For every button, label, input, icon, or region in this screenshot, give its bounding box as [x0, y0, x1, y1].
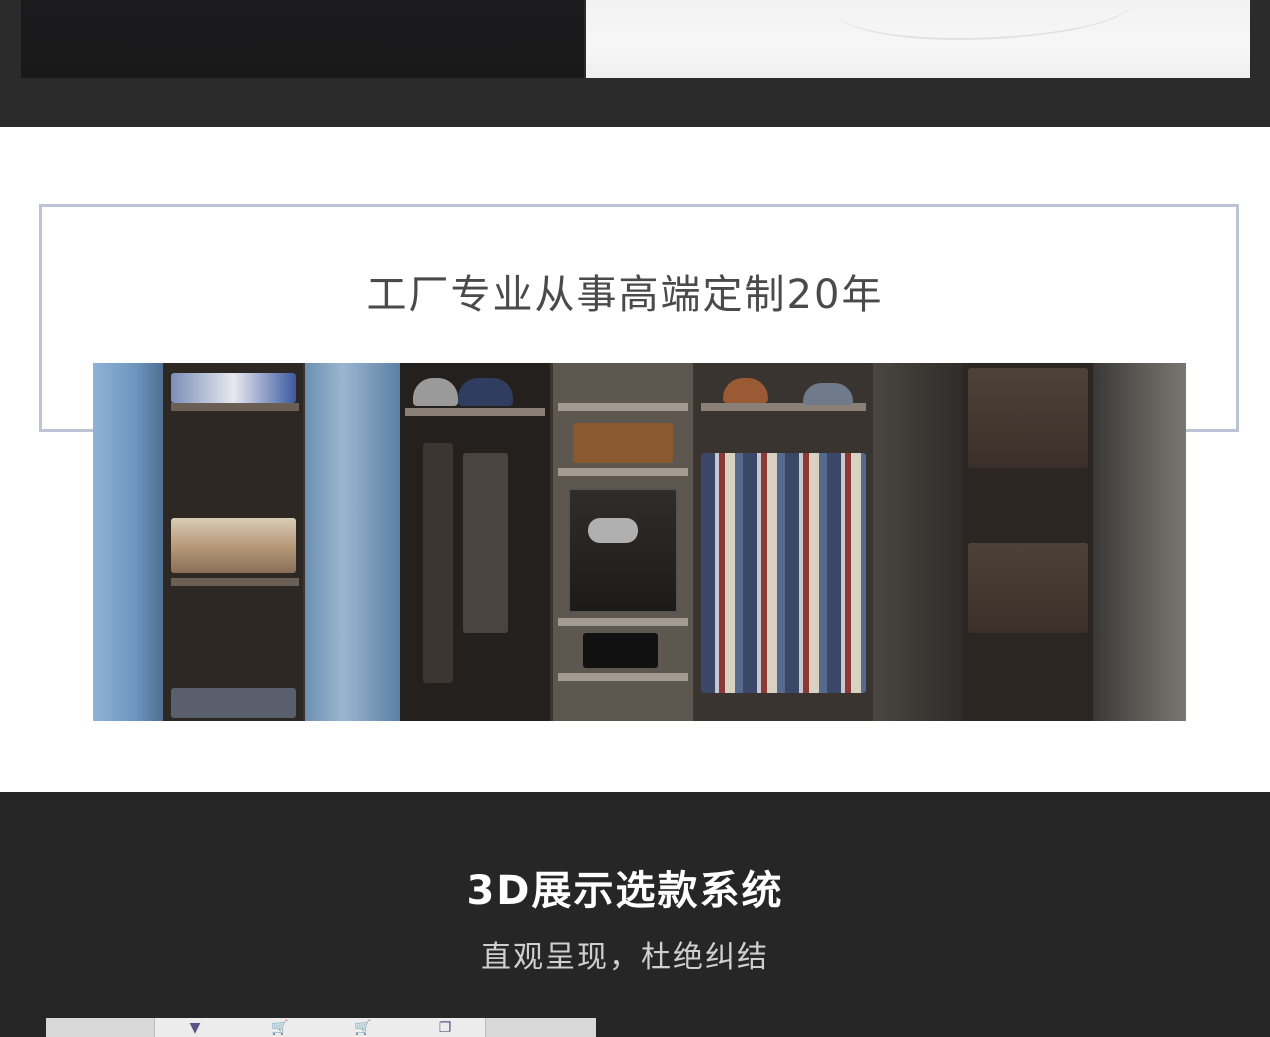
system-subtitle: 直观呈现，杜绝纠结 — [481, 940, 769, 975]
top-banner — [0, 0, 1270, 127]
copy-icon[interactable]: ❐ — [435, 1020, 455, 1037]
suit-icon[interactable]: ▼ — [185, 1020, 205, 1037]
toolbar-icons: ▼ 🛒 🛒 ❐ — [154, 1018, 486, 1037]
dark-fabric-image — [21, 0, 584, 78]
factory-title: 工厂专业从事高端定制20年 — [366, 272, 884, 318]
white-shirt-image — [586, 0, 1250, 78]
system-title: 3D展示选款系统 — [466, 868, 784, 914]
closet-photo — [93, 363, 1186, 721]
preview-toolbar: ▼ 🛒 🛒 ❐ — [46, 1018, 596, 1037]
cart-icon[interactable]: 🛒 — [353, 1020, 373, 1037]
cart-icon[interactable]: 🛒 — [270, 1020, 290, 1037]
